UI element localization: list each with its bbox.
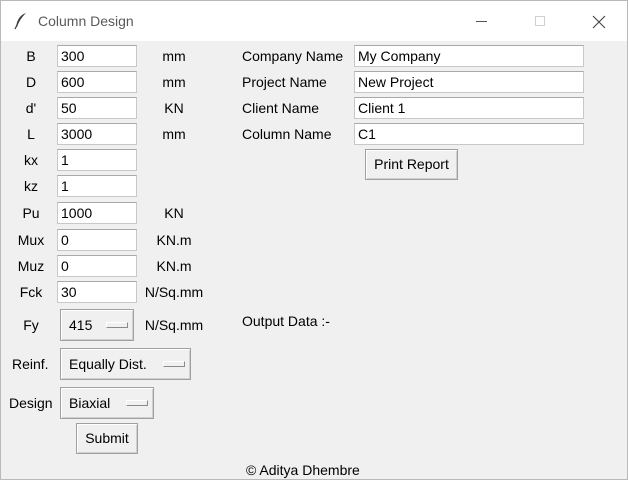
submit-button[interactable]: Submit [76, 423, 138, 454]
unit-pu: KN [164, 205, 184, 221]
company-name-input[interactable] [354, 45, 584, 67]
reinf-option-menu[interactable]: Equally Dist. [60, 348, 191, 380]
unit-muz: KN.m [156, 258, 192, 274]
label-muz: Muz [17, 258, 45, 274]
client-name-label: Client Name [242, 100, 320, 116]
label-d: D [25, 74, 37, 90]
minimize-icon [476, 21, 487, 22]
unit-fy: N/Sq.mm [144, 317, 204, 333]
kz-input[interactable] [57, 175, 137, 197]
kx-input[interactable] [57, 149, 137, 171]
d-input[interactable] [57, 71, 137, 93]
design-selected-value: Biaxial [69, 395, 111, 411]
b-input[interactable] [57, 45, 137, 67]
maximize-icon [535, 16, 545, 26]
feather-icon [13, 12, 29, 30]
muz-input[interactable] [57, 255, 137, 277]
fy-selected-value: 415 [69, 317, 93, 333]
project-name-input[interactable] [354, 71, 584, 93]
unit-d-prime: KN [164, 100, 184, 116]
app-window: Column Design B mm D mm d' KN L mm kx kz… [0, 0, 628, 480]
label-fck: Fck [19, 284, 43, 300]
label-l: L [27, 126, 35, 142]
reinf-selected-value: Equally Dist. [69, 356, 147, 372]
mux-input[interactable] [57, 229, 137, 251]
l-input[interactable] [57, 123, 137, 145]
unit-b: mm [162, 48, 186, 64]
d-prime-input[interactable] [57, 97, 137, 119]
company-name-label: Company Name [242, 48, 344, 64]
label-design: Design [9, 395, 53, 411]
close-button[interactable] [575, 1, 621, 41]
unit-d: mm [162, 74, 186, 90]
fck-input[interactable] [57, 281, 137, 303]
dropdown-indicator-icon [106, 322, 128, 328]
column-name-label: Column Name [242, 126, 332, 142]
title-bar: Column Design [1, 1, 627, 41]
label-mux: Mux [17, 232, 45, 248]
label-pu: Pu [22, 205, 40, 221]
label-b: B [26, 48, 36, 64]
label-fy: Fy [23, 317, 39, 333]
design-option-menu[interactable]: Biaxial [60, 387, 154, 419]
unit-fck: N/Sq.mm [144, 284, 204, 300]
column-name-input[interactable] [354, 123, 584, 145]
label-reinf: Reinf. [12, 356, 49, 372]
print-report-button[interactable]: Print Report [365, 149, 458, 180]
project-name-label: Project Name [242, 74, 327, 90]
label-kz: kz [24, 178, 38, 194]
fy-option-menu[interactable]: 415 [60, 309, 134, 341]
unit-mux: KN.m [156, 232, 192, 248]
label-d-prime: d' [25, 100, 37, 116]
unit-l: mm [162, 126, 186, 142]
output-data-label: Output Data :- [242, 313, 330, 329]
minimize-button[interactable] [459, 1, 505, 41]
dropdown-indicator-icon [163, 361, 185, 367]
footer-credit: © Aditya Dhembre [246, 462, 360, 478]
label-kx: kx [24, 152, 38, 168]
maximize-button[interactable] [517, 1, 563, 41]
dropdown-indicator-icon [126, 400, 148, 406]
client-name-input[interactable] [354, 97, 584, 119]
close-icon [592, 15, 606, 29]
pu-input[interactable] [57, 202, 137, 224]
window-title: Column Design [38, 13, 134, 29]
